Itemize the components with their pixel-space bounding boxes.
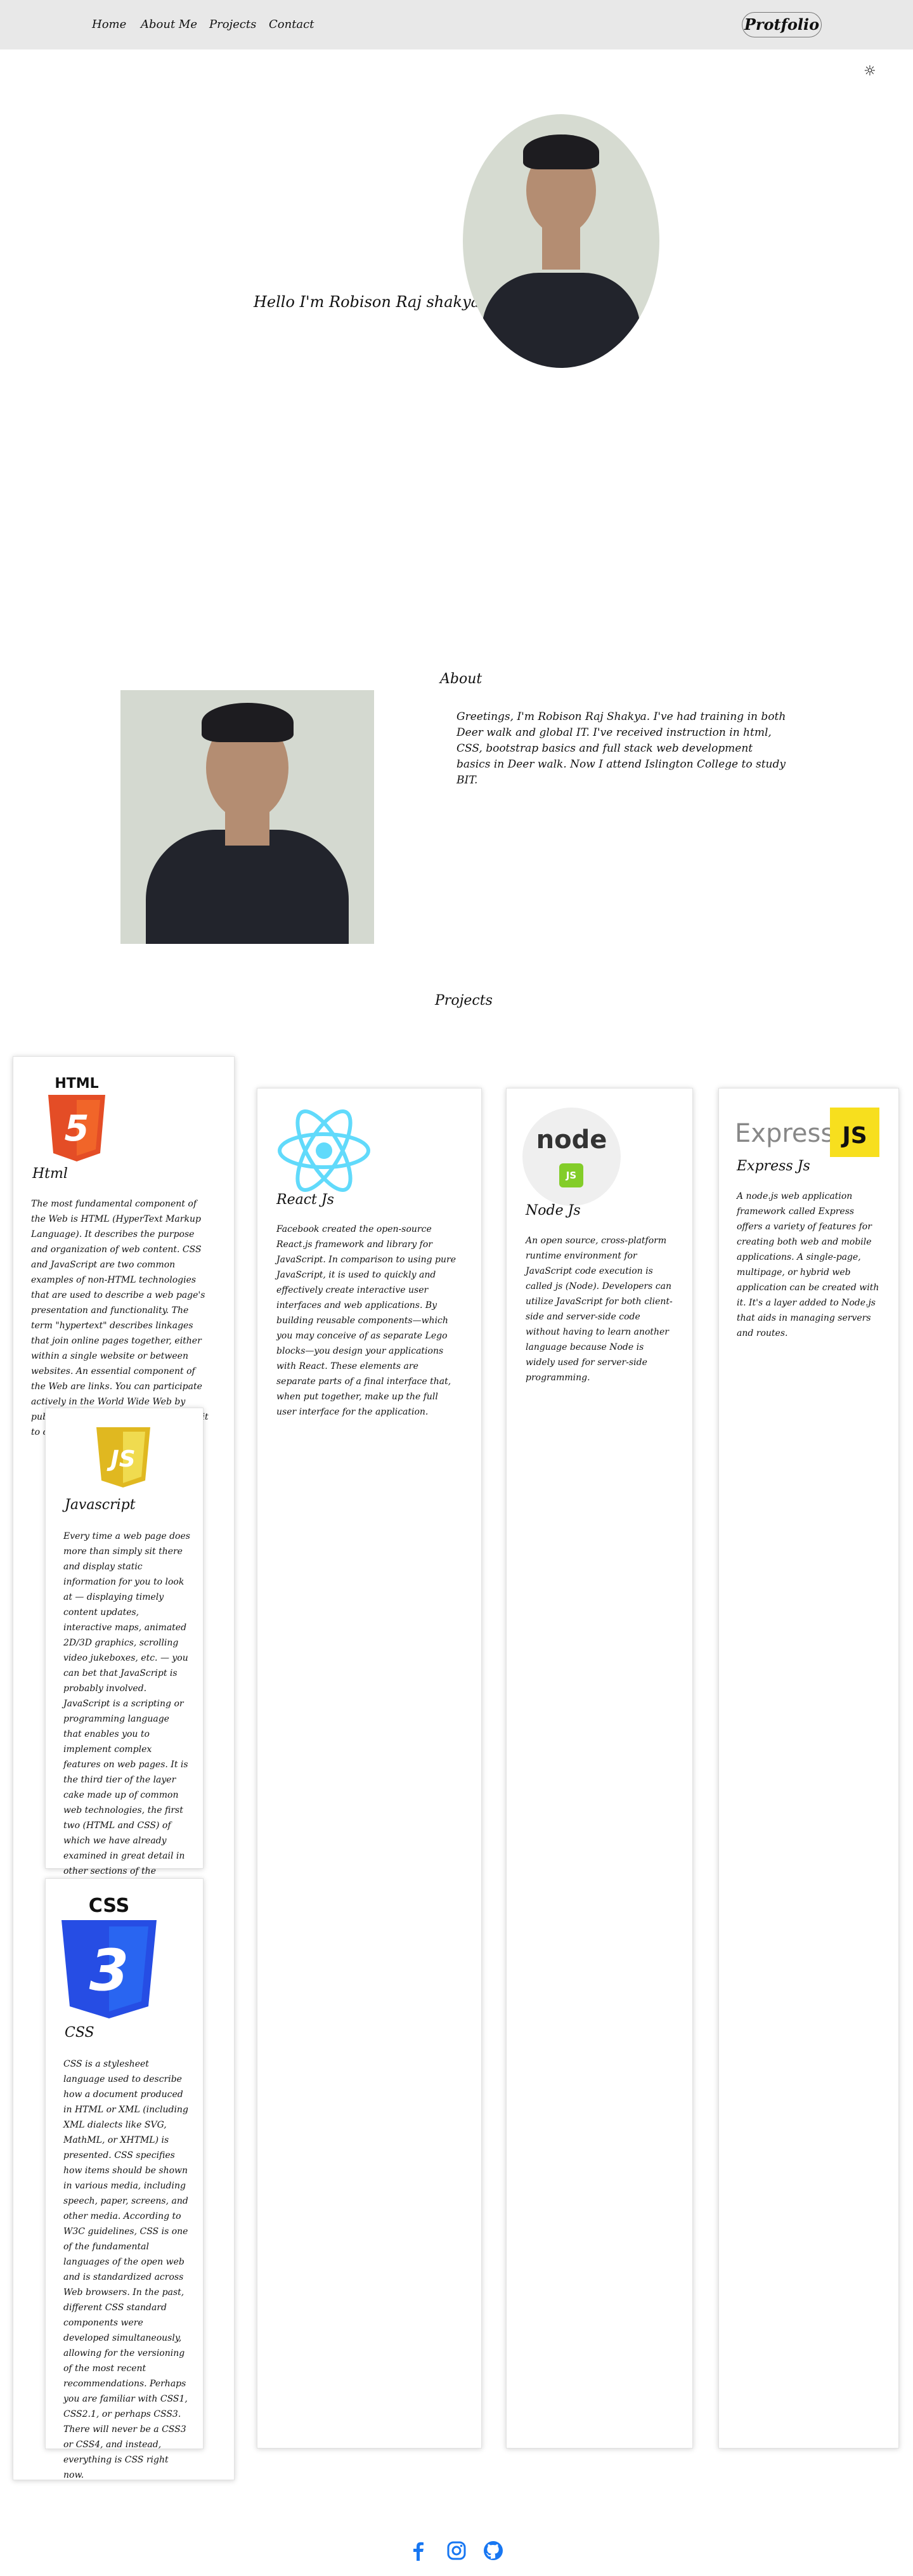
instagram-icon[interactable] (446, 2540, 467, 2561)
about-text: Greetings, I'm Robison Raj Shakya. I've … (456, 710, 786, 787)
card-desc-react: Facebook created the open-source React.j… (276, 1224, 456, 1417)
html5-logo-icon: HTML 5 (45, 1076, 108, 1161)
card-title-css: CSS (65, 2025, 94, 2041)
javascript-logo-icon: JS (96, 1427, 150, 1487)
github-icon[interactable] (483, 2540, 503, 2561)
card-title-html: Html (32, 1166, 68, 1182)
project-card-node: node JS Node Js An open source, cross-pl… (506, 1088, 693, 2449)
project-card-html: HTML 5 Html The most fundamental compone… (13, 1056, 235, 2480)
nav-contact-link[interactable]: Contact (269, 18, 314, 31)
site-logo[interactable]: Protfolio (742, 12, 822, 37)
card-title-node: Node Js (526, 1203, 581, 1219)
card-title-javascript: Javascript (65, 1497, 136, 1513)
card-desc-express: A node.js web application framework call… (737, 1191, 879, 1338)
html5-badge: 5 (65, 1108, 89, 1149)
projects-title: Projects (435, 993, 493, 1009)
svg-text:JS: JS (107, 1446, 135, 1472)
about-title: About (440, 671, 482, 687)
card-desc-node: An open source, cross-platform runtime e… (526, 1236, 673, 1383)
card-desc-javascript: Every time a web page does more than sim… (63, 1531, 190, 1892)
navbar: Home About Me Projects Contact Protfolio (0, 0, 913, 49)
project-card-express: Express JS Express Js A node.js web appl… (718, 1088, 899, 2449)
css3-badge: 3 (89, 1937, 129, 2004)
nav-about-link[interactable]: About Me (141, 18, 197, 31)
about-profile-photo (120, 690, 374, 944)
hero-profile-photo (463, 114, 659, 368)
facebook-icon[interactable] (408, 2540, 429, 2561)
project-card-react: React Js Facebook created the open-sourc… (257, 1088, 482, 2449)
card-desc-css: CSS is a stylesheet language used to des… (63, 2059, 188, 2480)
nav-home-link[interactable]: Home (92, 18, 126, 31)
express-logo-icon: Express JS (735, 1108, 881, 1157)
project-card-javascript: JS Javascript Every time a web page does… (45, 1408, 204, 1892)
sun-icon[interactable]: ☼ (864, 63, 876, 79)
card-title-react: React Js (276, 1192, 334, 1208)
project-card-css: CSS 3 CSS CSS is a stylesheet language u… (45, 1878, 204, 2480)
react-logo-icon (278, 1109, 370, 1192)
hero-greeting: Hello I'm Robison Raj shakya (254, 293, 480, 311)
css3-logo-icon: CSS 3 (62, 1895, 157, 2018)
node-logo-icon: node JS (522, 1108, 621, 1206)
nav-projects-link[interactable]: Projects (209, 18, 256, 31)
card-desc-html: The most fundamental component of the We… (31, 1199, 209, 1437)
card-title-express: Express Js (737, 1158, 810, 1174)
